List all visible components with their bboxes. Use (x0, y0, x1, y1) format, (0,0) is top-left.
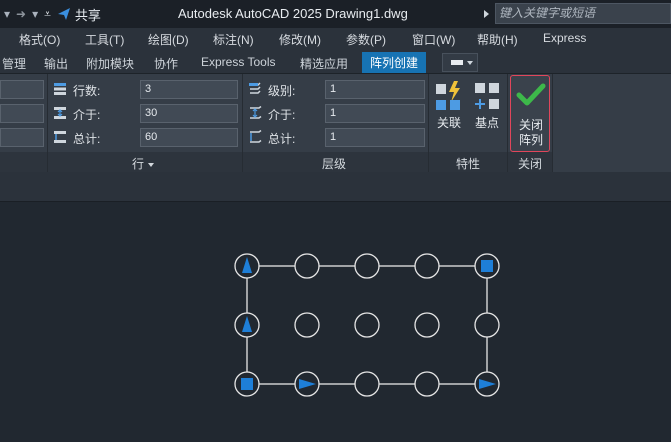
array-circle[interactable] (294, 253, 320, 279)
autocad-window: ▾ ➜ ▾ ⩡ 共享 Autodesk AutoCAD 2025 Drawing… (0, 0, 671, 442)
row-spacing-input[interactable]: 30 (140, 104, 238, 123)
menu-draw[interactable]: 绘图(D) (148, 31, 189, 48)
level-spacing-input[interactable]: 1 (325, 104, 425, 123)
close-panel-title: 关闭 (518, 157, 543, 171)
array-circle[interactable] (354, 312, 380, 338)
share-label: 共享 (74, 7, 101, 23)
window-title: Autodesk AutoCAD 2025 Drawing1.dwg (178, 6, 408, 21)
level-total-input[interactable]: 1 (325, 128, 425, 147)
array-circle[interactable] (294, 312, 320, 338)
tab-featured-apps[interactable]: 精选应用 (300, 55, 348, 72)
level-total-label: 总计: (268, 132, 296, 146)
tab-array-creation[interactable]: 阵列创建 (362, 52, 427, 73)
row-spacing-label: 介于: (73, 108, 101, 122)
tab-manage[interactable]: 管理 (2, 55, 26, 72)
quick-access-toolbar: ▾ ➜ ▾ ⩡ 共享 (0, 0, 107, 28)
array-circle[interactable] (414, 312, 440, 338)
tab-output[interactable]: 输出 (44, 55, 68, 72)
redo-icon[interactable]: ➜ (16, 7, 26, 21)
base-grip-square[interactable] (241, 378, 253, 390)
ribbon-minimize-button[interactable] (442, 53, 478, 72)
panel-separator (552, 74, 553, 172)
file-tabs-strip (0, 172, 671, 202)
drawing-canvas[interactable] (0, 203, 671, 442)
menu-dimension[interactable]: 标注(N) (213, 31, 254, 48)
panel-separator (428, 74, 429, 172)
tab-express-tools[interactable]: Express Tools (201, 55, 275, 69)
row-total-label: 总计: (73, 132, 101, 146)
tab-addins[interactable]: 附加模块 (86, 55, 134, 72)
panel-separator (47, 74, 48, 172)
ribbon-tabs: 管理 输出 附加模块 协作 Express Tools 精选应用 阵列创建 (0, 50, 671, 74)
corner-grip-square[interactable] (481, 260, 493, 272)
array-circle[interactable] (414, 371, 440, 397)
array-circle[interactable] (354, 253, 380, 279)
base-point-label: 基点 (474, 116, 499, 130)
dropdown-icon[interactable]: ▾ (32, 7, 38, 21)
menu-format[interactable]: 格式(O) (19, 31, 60, 48)
properties-panel-title: 特性 (456, 157, 481, 171)
rows-count-input[interactable]: 3 (140, 80, 238, 99)
chevron-down-icon (148, 162, 155, 167)
base-point-button[interactable]: 基点 (470, 80, 504, 131)
rows-count-label: 行数: (73, 84, 101, 98)
menu-window[interactable]: 窗口(W) (412, 31, 455, 48)
panel-separator (242, 74, 243, 172)
level-spacing-icon (250, 106, 262, 119)
checkmark-icon (516, 83, 546, 106)
close-array-label-line2: 阵列 (518, 133, 543, 147)
level-total-icon (250, 130, 262, 143)
rows-panel-title[interactable]: 行 (132, 155, 155, 172)
rows-icon (54, 83, 66, 95)
share-button[interactable]: 共享 (57, 5, 107, 24)
menu-tools[interactable]: 工具(T) (85, 31, 124, 48)
associative-label: 关联 (436, 116, 461, 130)
array-drawing[interactable] (0, 203, 671, 442)
search-input[interactable]: 键入关键字或短语 (495, 3, 671, 24)
row-total-input[interactable]: 60 (140, 128, 238, 147)
close-array-label-line1: 关闭 (518, 118, 543, 132)
row-total-icon (54, 131, 66, 143)
levels-count-input[interactable]: 1 (325, 80, 425, 99)
row-spacing-icon (54, 107, 66, 119)
levels-icon (249, 82, 261, 94)
base-point-icon (475, 83, 499, 109)
menu-parametric[interactable]: 参数(P) (346, 31, 386, 48)
level-spacing-label: 介于: (268, 108, 296, 122)
menu-bar: 格式(O) 工具(T) 绘图(D) 标注(N) 修改(M) 参数(P) 窗口(W… (0, 28, 671, 50)
menu-help[interactable]: 帮助(H) (477, 31, 518, 48)
columns-total-field[interactable] (0, 128, 44, 147)
levels-panel-title: 层级 (322, 157, 347, 171)
levels-count-label: 级别: (268, 84, 296, 98)
columns-count-field[interactable] (0, 80, 44, 99)
array-circle[interactable] (414, 253, 440, 279)
tab-collaborate[interactable]: 协作 (154, 55, 178, 72)
close-array-button[interactable]: 关闭 阵列 (510, 75, 550, 152)
associative-icon (436, 81, 460, 110)
menu-express[interactable]: Express (543, 31, 586, 45)
associative-button[interactable]: 关联 (432, 80, 466, 131)
search-area: 键入关键字或短语 (480, 3, 671, 24)
panel-separator (507, 74, 508, 172)
rows-panel-title-label: 行 (132, 157, 145, 171)
search-expand-icon[interactable] (484, 9, 489, 18)
columns-spacing-field[interactable] (0, 104, 44, 123)
share-icon (57, 8, 70, 20)
customize-toolbar-icon[interactable]: ⩡ (44, 7, 51, 22)
array-circle[interactable] (354, 371, 380, 397)
array-circle[interactable] (474, 312, 500, 338)
menu-modify[interactable]: 修改(M) (279, 31, 321, 48)
dropdown-icon[interactable]: ▾ (4, 7, 10, 21)
title-bar: ▾ ➜ ▾ ⩡ 共享 Autodesk AutoCAD 2025 Drawing… (0, 0, 671, 28)
